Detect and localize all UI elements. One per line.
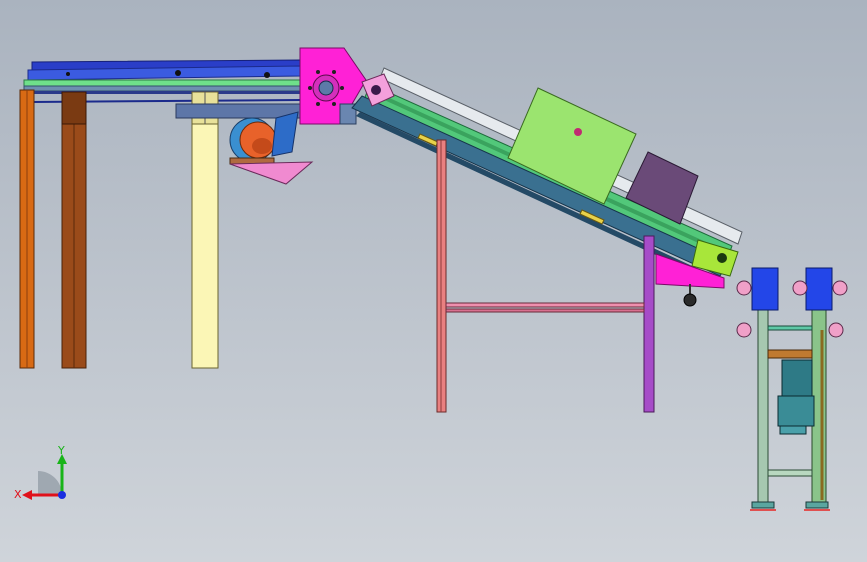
housing-bearing-inner [318,80,334,96]
incline-caster-wheel [683,293,697,307]
right-stand-post-left [757,305,769,503]
flat-conveyor-green-band [23,79,303,87]
right-hub [828,322,844,338]
assembly-model[interactable] [0,0,867,562]
transfer-housing[interactable] [299,47,367,125]
flat-conveyor-lower-rail [23,85,303,92]
left-blue-chain-guard [271,111,299,157]
right-gearbox-body [781,359,813,397]
left-pink-bracket [229,161,314,185]
light-green-box-marker [574,128,582,136]
support-crossbar-bottom [445,308,645,313]
right-hub [832,280,848,296]
flat-conveyor-legs[interactable] [19,89,219,369]
housing-bolt [332,70,336,74]
left-motor-shade [252,138,272,154]
triad-view-arc [38,471,62,495]
right-hub [736,280,752,296]
housing-bolt [308,86,312,90]
right-stand-crossbar [767,325,813,331]
right-motor-cap [779,425,807,435]
flat-conveyor-roller [264,72,270,78]
flat-conveyor-roller [66,72,70,76]
incline-top-pulley [371,85,381,95]
coordinate-triad: Y X [14,444,67,501]
right-blue-bearing-left [751,267,779,311]
support-leg-right [643,235,655,413]
incline-tail-pulley [717,253,727,263]
triad-y-label: Y [57,444,65,457]
right-foot-left [751,501,775,509]
cad-viewport[interactable]: Y X [0,0,867,562]
triad-z-axis [58,491,66,499]
right-stand-brown-bar [767,349,813,359]
housing-bolt [316,70,320,74]
housing-bolt [332,102,336,106]
housing-bolt [316,102,320,106]
support-crossbar-top [445,302,645,308]
right-hub [792,280,808,296]
right-stand-lower-bar [767,469,813,477]
housing-bolt [340,86,344,90]
right-blue-bearing-right [805,267,833,311]
triad-x-arrowhead [22,490,32,500]
right-motor-body [777,395,815,427]
right-hub [736,322,752,338]
right-foot-right [805,501,829,509]
payload-boxes[interactable] [507,87,699,225]
leg-brown-bracket [61,91,87,125]
triad-x-label: X [14,488,22,501]
flat-conveyor-roller [175,70,181,76]
leg-cream-right [191,91,219,369]
right-stand[interactable] [736,267,848,511]
left-drive-plate [175,103,301,119]
